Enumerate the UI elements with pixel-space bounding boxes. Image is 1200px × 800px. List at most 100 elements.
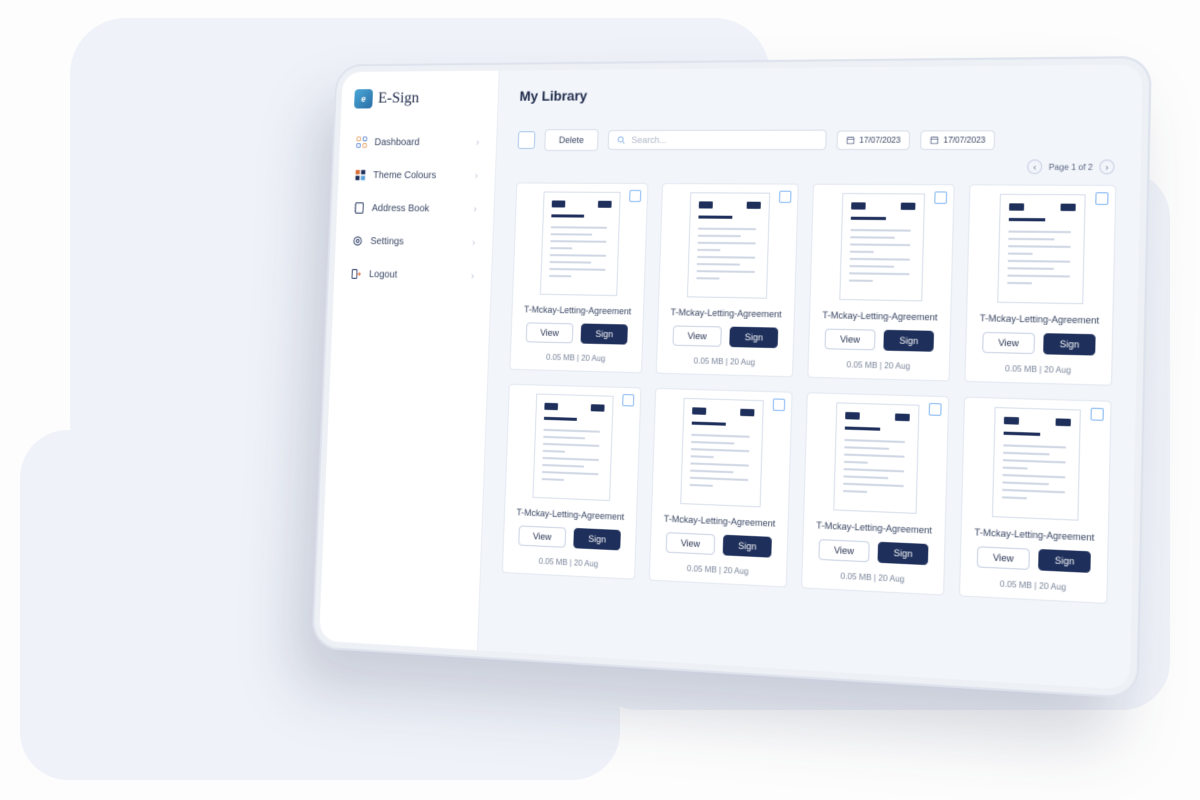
sidebar-item-label: Settings <box>370 236 404 247</box>
document-meta: 0.05 MB | 20 Aug <box>846 360 910 371</box>
document-meta: 0.05 MB | 20 Aug <box>539 557 599 569</box>
date-from-value: 17/07/2023 <box>859 135 901 144</box>
document-grid: T-Mckay-Letting-Agreement View Sign 0.05… <box>502 182 1117 604</box>
document-meta: 0.05 MB | 20 Aug <box>546 353 606 364</box>
sign-button[interactable]: Sign <box>581 324 628 345</box>
chevron-right-icon: › <box>471 270 475 281</box>
document-checkbox[interactable] <box>934 191 947 204</box>
date-to-value: 17/07/2023 <box>943 135 985 144</box>
search-icon <box>617 135 626 145</box>
sidebar-item-dashboard[interactable]: Dashboard › <box>345 126 491 157</box>
calendar-icon <box>846 135 855 144</box>
document-thumbnail[interactable] <box>680 398 764 508</box>
document-checkbox[interactable] <box>779 191 792 203</box>
document-name: T-Mckay-Letting-Agreement <box>816 520 932 536</box>
sidebar-item-label: Address Book <box>372 203 430 214</box>
sidebar-item-label: Logout <box>369 269 398 280</box>
sidebar-item-address-book[interactable]: Address Book › <box>342 192 489 224</box>
document-thumbnail[interactable] <box>839 193 925 301</box>
pager: ‹ Page 1 of 2 › <box>517 159 1115 174</box>
document-meta: 0.05 MB | 20 Aug <box>694 356 756 367</box>
book-icon <box>353 202 364 214</box>
date-to-picker[interactable]: 17/07/2023 <box>920 130 995 150</box>
pager-prev-button[interactable]: ‹ <box>1027 159 1042 174</box>
dashboard-icon <box>356 136 367 148</box>
calendar-icon <box>930 135 940 144</box>
sign-button[interactable]: Sign <box>573 528 621 551</box>
document-meta: 0.05 MB | 20 Aug <box>1000 579 1067 592</box>
document-thumbnail[interactable] <box>539 192 620 297</box>
document-checkbox[interactable] <box>929 403 942 416</box>
document-name: T-Mckay-Letting-Agreement <box>974 527 1094 543</box>
document-name: T-Mckay-Letting-Agreement <box>822 310 937 323</box>
document-name: T-Mckay-Letting-Agreement <box>670 307 781 319</box>
document-card: T-Mckay-Letting-Agreement View Sign 0.05… <box>807 184 954 382</box>
document-checkbox[interactable] <box>1095 192 1108 205</box>
document-checkbox[interactable] <box>1090 408 1103 421</box>
document-name: T-Mckay-Letting-Agreement <box>516 507 624 522</box>
document-thumbnail[interactable] <box>833 402 919 514</box>
document-meta: 0.05 MB | 20 Aug <box>840 571 904 584</box>
document-card: T-Mckay-Letting-Agreement View Sign 0.05… <box>649 388 793 588</box>
search-input[interactable] <box>631 135 817 145</box>
document-card: T-Mckay-Letting-Agreement View Sign 0.05… <box>502 384 642 580</box>
sidebar-item-logout[interactable]: Logout › <box>339 258 486 292</box>
chevron-right-icon: › <box>475 170 479 181</box>
document-thumbnail[interactable] <box>532 393 613 501</box>
document-card: T-Mckay-Letting-Agreement View Sign 0.05… <box>959 397 1112 604</box>
view-button[interactable]: View <box>526 322 574 343</box>
chevron-right-icon: › <box>476 137 480 148</box>
document-card: T-Mckay-Letting-Agreement View Sign 0.05… <box>656 183 799 377</box>
brand-logo: e E-Sign <box>341 84 499 126</box>
logo-mark-icon: e <box>354 89 373 108</box>
view-button[interactable]: View <box>672 325 722 346</box>
document-card: T-Mckay-Letting-Agreement View Sign 0.05… <box>964 184 1116 386</box>
document-thumbnail[interactable] <box>991 407 1080 521</box>
chevron-right-icon: › <box>473 203 477 214</box>
sign-button[interactable]: Sign <box>884 330 935 352</box>
document-checkbox[interactable] <box>629 190 641 202</box>
main-content: My Library Delete 17/07/2023 17/07/202 <box>478 64 1143 689</box>
delete-button[interactable]: Delete <box>544 129 599 151</box>
select-all-checkbox[interactable] <box>518 131 536 149</box>
tablet-device: e E-Sign Dashboard › <box>311 56 1152 699</box>
logout-icon <box>351 268 362 280</box>
document-thumbnail[interactable] <box>997 194 1085 304</box>
document-thumbnail[interactable] <box>686 192 769 298</box>
sidebar-item-label: Dashboard <box>374 137 419 148</box>
document-checkbox[interactable] <box>622 394 634 406</box>
gear-icon <box>352 235 363 247</box>
document-name: T-Mckay-Letting-Agreement <box>664 514 776 529</box>
sign-button[interactable]: Sign <box>1043 333 1096 355</box>
sidebar-item-label: Theme Colours <box>373 170 437 181</box>
view-button[interactable]: View <box>977 546 1031 570</box>
view-button[interactable]: View <box>818 539 870 562</box>
page-title: My Library <box>519 84 1118 104</box>
date-from-picker[interactable]: 17/07/2023 <box>836 130 910 150</box>
sign-button[interactable]: Sign <box>1038 549 1091 573</box>
palette-icon <box>355 169 366 181</box>
document-card: T-Mckay-Letting-Agreement View Sign 0.05… <box>509 182 648 373</box>
document-name: T-Mckay-Letting-Agreement <box>980 313 1100 326</box>
document-checkbox[interactable] <box>773 398 786 411</box>
view-button[interactable]: View <box>518 525 566 547</box>
sign-button[interactable]: Sign <box>723 535 772 558</box>
view-button[interactable]: View <box>982 332 1035 354</box>
view-button[interactable]: View <box>665 532 715 555</box>
toolbar: Delete 17/07/2023 17/07/2023 <box>518 128 1118 151</box>
sign-button[interactable]: Sign <box>878 542 929 565</box>
document-meta: 0.05 MB | 20 Aug <box>687 564 749 576</box>
view-button[interactable]: View <box>824 329 875 351</box>
document-card: T-Mckay-Letting-Agreement View Sign 0.05… <box>801 392 949 595</box>
brand-name: E-Sign <box>378 90 420 108</box>
document-name: T-Mckay-Letting-Agreement <box>524 304 632 316</box>
sidebar-item-settings[interactable]: Settings › <box>341 225 488 258</box>
sidebar-item-theme-colours[interactable]: Theme Colours › <box>343 160 490 192</box>
pager-next-button[interactable]: › <box>1099 160 1115 175</box>
app-screen: e E-Sign Dashboard › <box>319 64 1143 689</box>
document-meta: 0.05 MB | 20 Aug <box>1005 364 1071 375</box>
sign-button[interactable]: Sign <box>729 327 778 349</box>
pager-label: Page 1 of 2 <box>1049 162 1093 172</box>
chevron-right-icon: › <box>472 237 476 248</box>
search-input-wrap[interactable] <box>608 130 827 150</box>
